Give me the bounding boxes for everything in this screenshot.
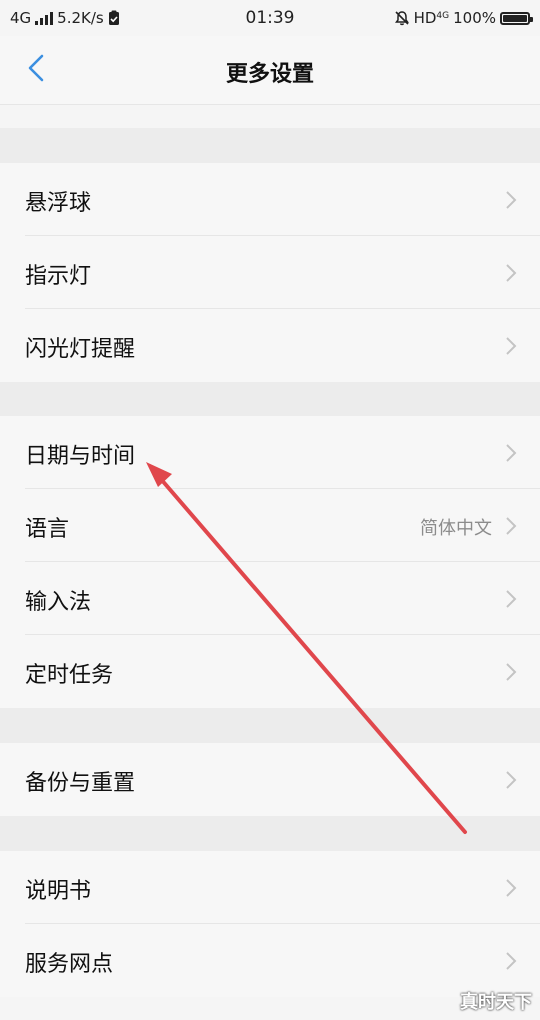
settings-item-label: 说明书 bbox=[25, 879, 92, 904]
status-bar: 4G 5.2K/s 01:39 HD4G 100% bbox=[0, 0, 540, 36]
watermark-logo: 真时天下 bbox=[460, 992, 532, 1013]
settings-item-label: 备份与重置 bbox=[25, 771, 136, 796]
chevron-right-icon bbox=[506, 191, 517, 209]
settings-item-label: 语言 bbox=[25, 517, 70, 542]
settings-item-label: 定时任务 bbox=[25, 663, 114, 688]
chevron-right-icon bbox=[506, 771, 517, 789]
battery-icon bbox=[500, 11, 533, 25]
chevron-right-icon bbox=[506, 952, 517, 970]
settings-item-label: 输入法 bbox=[25, 590, 92, 615]
chevron-right-icon bbox=[506, 879, 517, 897]
hd-indicator: HD4G bbox=[413, 9, 450, 27]
settings-item-backup-reset[interactable]: 备份与重置 bbox=[0, 743, 540, 816]
settings-item-indicator-light[interactable]: 指示灯 bbox=[0, 236, 540, 309]
group-gap bbox=[0, 708, 540, 743]
settings-item-label: 日期与时间 bbox=[25, 444, 136, 469]
settings-item-label: 悬浮球 bbox=[25, 191, 92, 216]
settings-item-language[interactable]: 语言 简体中文 bbox=[0, 489, 540, 562]
chevron-right-icon bbox=[506, 264, 517, 282]
chevron-right-icon bbox=[506, 337, 517, 355]
settings-item-label: 指示灯 bbox=[25, 264, 92, 289]
group-gap bbox=[0, 816, 540, 851]
group-gap bbox=[0, 382, 540, 416]
language-value: 简体中文 bbox=[420, 518, 492, 539]
settings-item-flash-reminder[interactable]: 闪光灯提醒 bbox=[0, 309, 540, 382]
page-title: 更多设置 bbox=[225, 62, 314, 87]
group-gap bbox=[0, 128, 540, 163]
settings-item-date-time[interactable]: 日期与时间 bbox=[0, 416, 540, 489]
settings-item-label: 服务网点 bbox=[25, 952, 114, 977]
settings-item-scheduled-tasks[interactable]: 定时任务 bbox=[0, 635, 540, 708]
settings-item-label: 闪光灯提醒 bbox=[25, 337, 136, 362]
status-right: HD4G 100% bbox=[394, 9, 533, 27]
settings-item-service-points[interactable]: 服务网点 bbox=[0, 924, 540, 997]
battery-percent: 100% bbox=[453, 9, 496, 27]
nav-bar: 更多设置 bbox=[0, 36, 540, 105]
chevron-right-icon bbox=[506, 444, 517, 462]
chevron-right-icon bbox=[506, 590, 517, 608]
chevron-right-icon bbox=[506, 663, 517, 681]
chevron-right-icon bbox=[506, 517, 517, 535]
settings-item-manual[interactable]: 说明书 bbox=[0, 851, 540, 924]
settings-item-input-method[interactable]: 输入法 bbox=[0, 562, 540, 635]
settings-item-floating-ball[interactable]: 悬浮球 bbox=[0, 163, 540, 236]
mute-bell-icon bbox=[394, 11, 409, 26]
